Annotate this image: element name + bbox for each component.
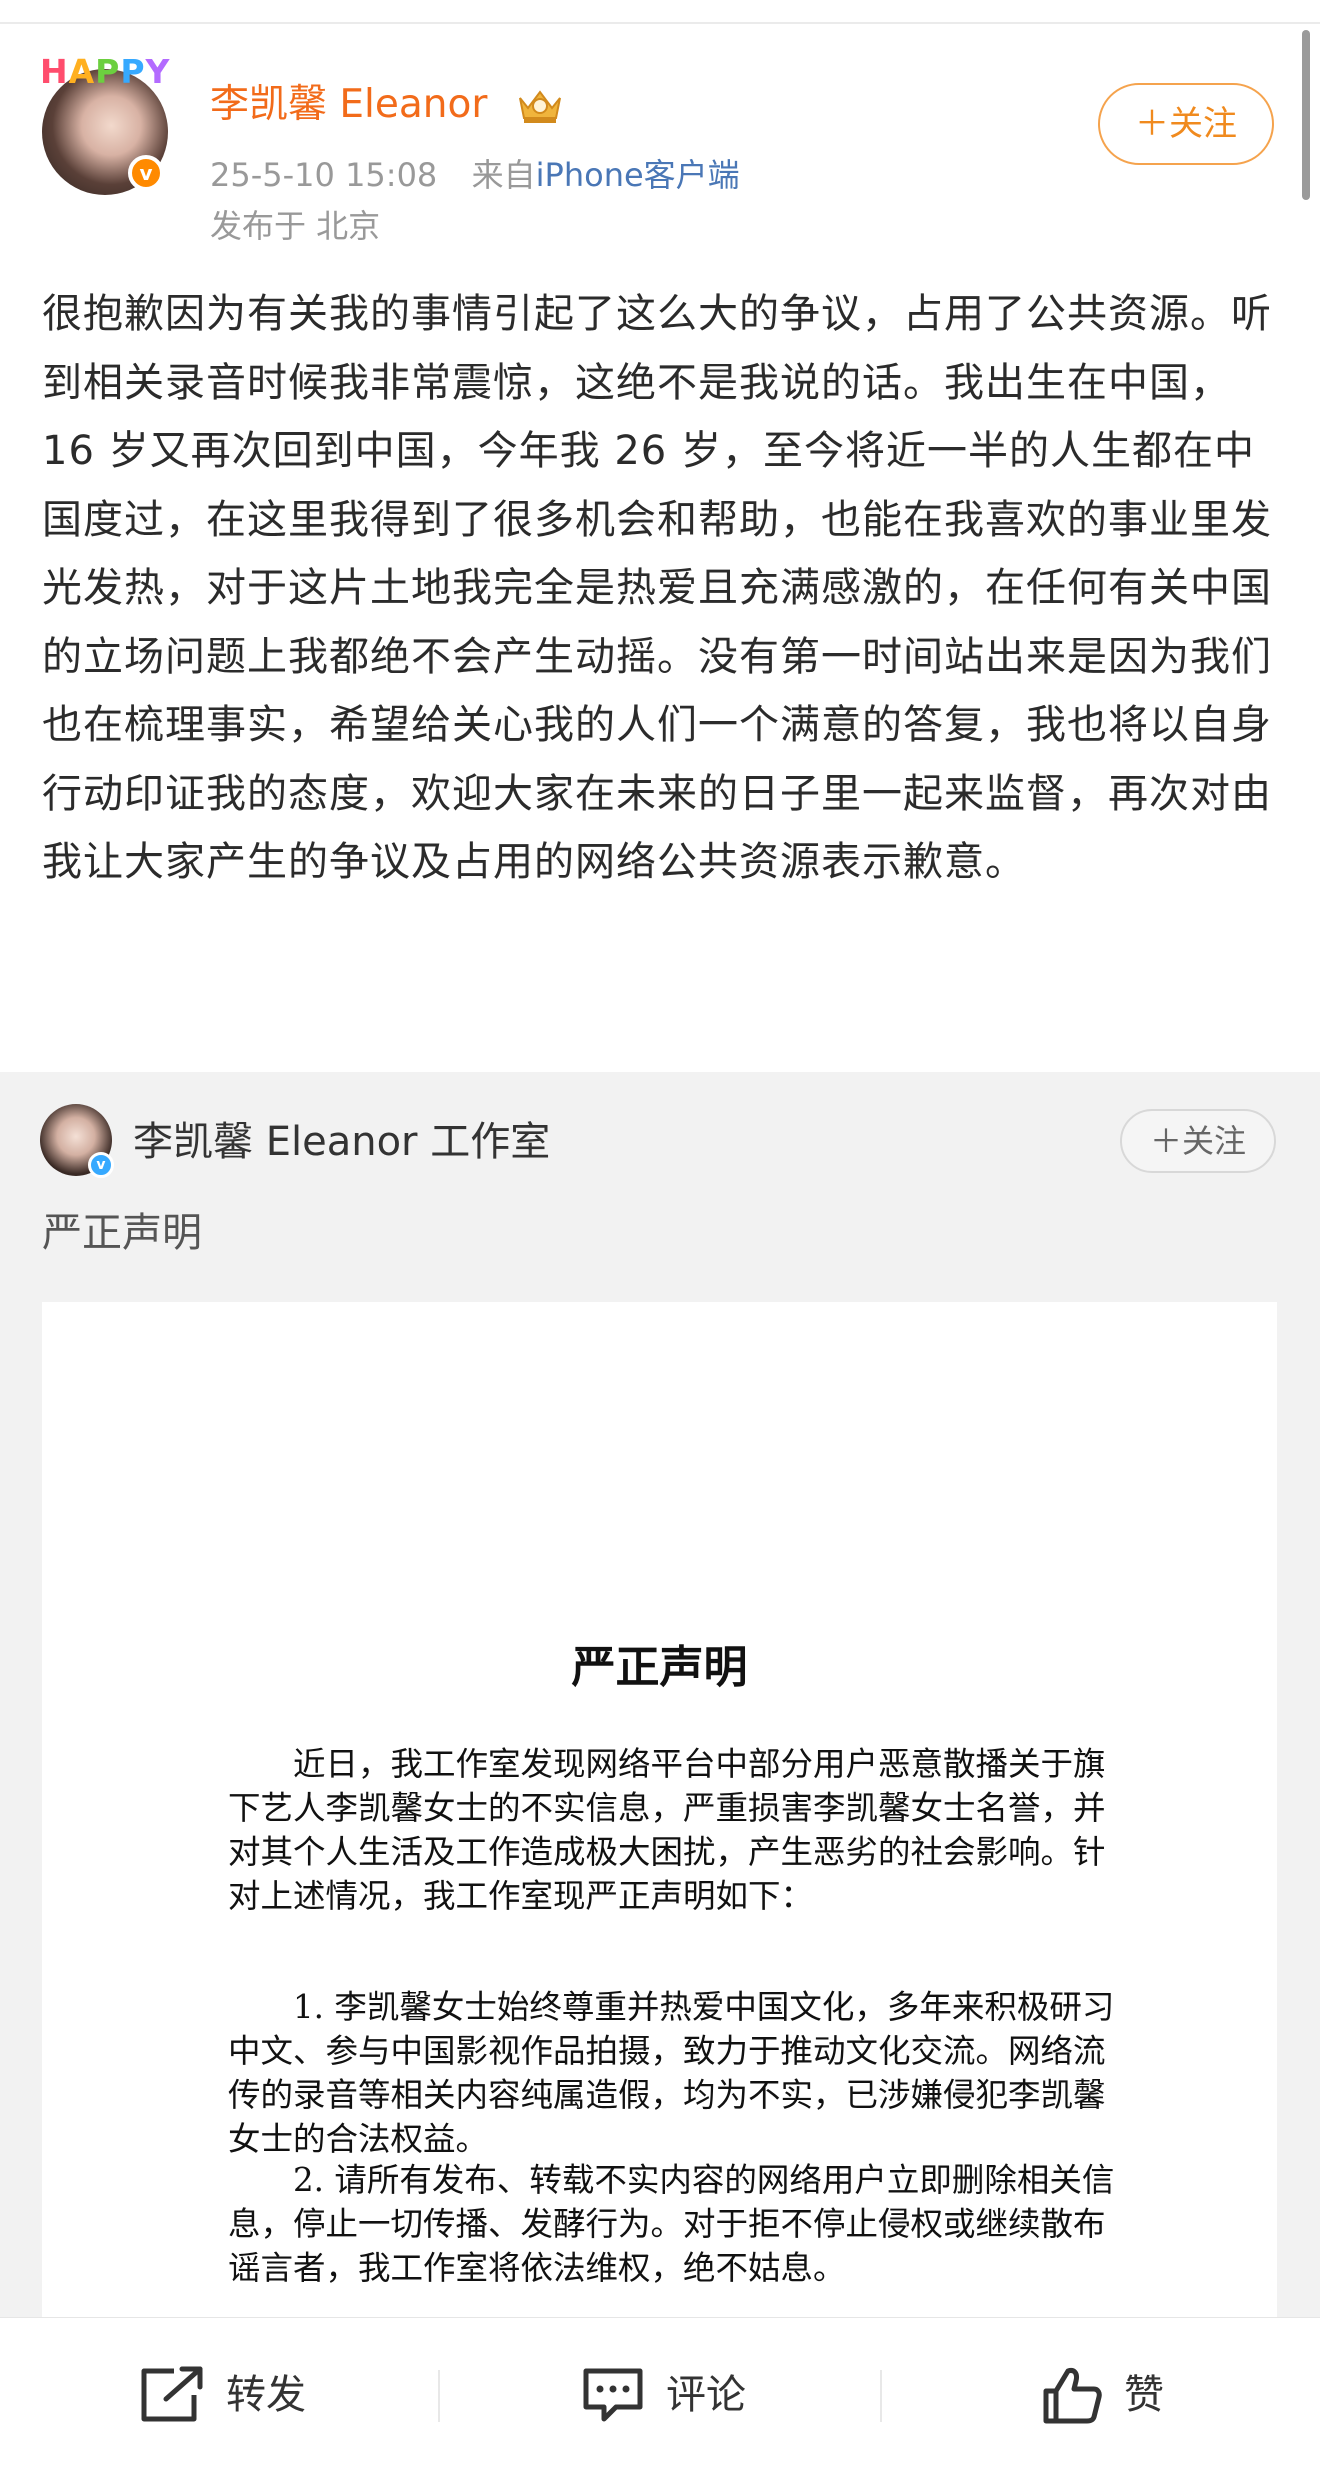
statement-point-2: 2. 请所有发布、转载不实内容的网络用户立即删除相关信息，停止一切传播、发酵行为…: [228, 2161, 1115, 2287]
repost-icon: [141, 2366, 203, 2422]
post-source-client[interactable]: iPhone客户端: [536, 156, 740, 194]
author-name[interactable]: 李凯馨 Eleanor: [210, 82, 487, 128]
like-label: 赞: [1124, 2372, 1164, 2418]
retweet-author[interactable]: 李凯馨 Eleanor 工作室: [133, 1118, 550, 1166]
post-source-prefix: 来自: [471, 156, 536, 194]
statement-image[interactable]: 严正声明 近日，我工作室发现网络平台中部分用户恶意散播关于旗下艺人李凯馨女士的不…: [42, 1302, 1277, 2317]
post-body: 很抱歉因为有关我的事情引起了这么大的争议，占用了公共资源。听到相关录音时候我非常…: [42, 291, 1272, 885]
like-button[interactable]: 赞: [1040, 2318, 1164, 2472]
action-bar: 转发 评论 赞: [0, 2317, 1320, 2472]
action-divider: [880, 2370, 882, 2422]
like-icon: [1043, 2368, 1102, 2424]
statement-title: 严正声明: [571, 1642, 748, 1693]
action-divider: [438, 2370, 440, 2422]
retweet-card[interactable]: v 李凯馨 Eleanor 工作室 ＋关注 严正声明 严正声明 近日，我工作室发…: [0, 1072, 1320, 2317]
retweet-text: 严正声明: [42, 1210, 202, 1256]
post-location: 发布于 北京: [210, 207, 381, 245]
verified-icon: v: [128, 155, 164, 191]
comment-button[interactable]: 评论: [580, 2318, 746, 2472]
crown-icon: [519, 90, 561, 123]
post-time: 25-5-10 15:08: [210, 156, 438, 194]
verified-icon: v: [88, 1152, 114, 1178]
comment-label: 评论: [666, 2372, 746, 2418]
follow-button[interactable]: ＋关注: [1098, 83, 1274, 165]
author-avatar-group[interactable]: HAPPY v: [40, 55, 180, 200]
repost-label: 转发: [226, 2372, 306, 2418]
post-meta: 25-5-10 15:08 来自iPhone客户端: [210, 155, 740, 195]
repost-button[interactable]: 转发: [138, 2318, 306, 2472]
retweet-follow-button[interactable]: ＋关注: [1120, 1109, 1276, 1173]
statement-point-1: 1. 李凯馨女士始终尊重并热爱中国文化，多年来积极研习中文、参与中国影视作品拍摄…: [228, 1988, 1115, 2158]
comment-icon: [583, 2368, 643, 2422]
scrollbar[interactable]: [1302, 30, 1310, 200]
happy-badge: HAPPY: [40, 52, 171, 91]
statement-intro: 近日，我工作室发现网络平台中部分用户恶意散播关于旗下艺人李凯馨女士的不实信息，严…: [228, 1745, 1106, 1915]
top-divider: [0, 22, 1320, 24]
